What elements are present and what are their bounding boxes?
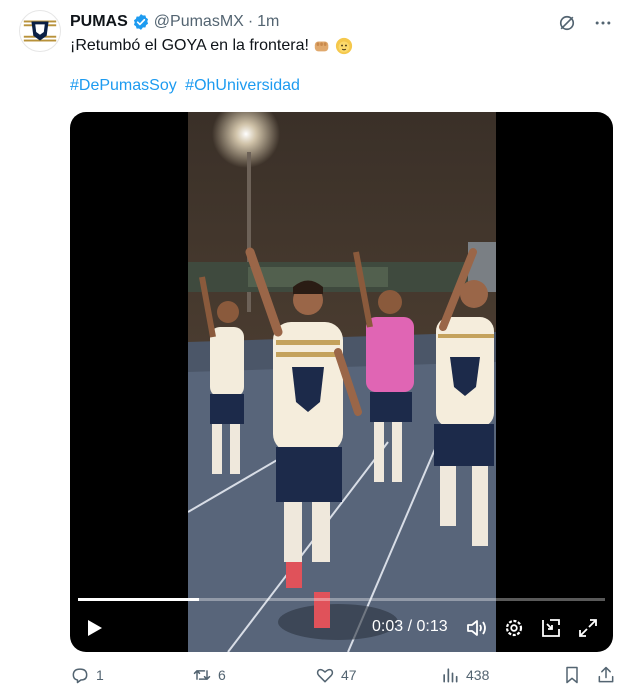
- retweet-button[interactable]: 6: [192, 665, 226, 685]
- reply-icon: [72, 668, 88, 684]
- views-button[interactable]: 438: [440, 665, 489, 685]
- display-name[interactable]: PUMAS: [70, 13, 128, 31]
- avatar[interactable]: [19, 10, 61, 52]
- lion-face-icon: [335, 37, 353, 55]
- play-icon[interactable]: [82, 616, 106, 640]
- views-chart-icon: [443, 668, 458, 683]
- video-player[interactable]: 0:03 / 0:13: [70, 112, 613, 652]
- volume-icon[interactable]: [465, 616, 489, 640]
- bookmark-icon: [566, 666, 578, 684]
- more-options-icon[interactable]: [592, 12, 614, 34]
- grok-icon[interactable]: [556, 12, 578, 34]
- pip-icon[interactable]: [539, 616, 563, 640]
- video-time: 0:03 / 0:13: [372, 618, 448, 635]
- reply-count: 1: [96, 667, 104, 683]
- share-icon: [598, 666, 614, 683]
- fist-icon: [314, 41, 329, 52]
- share-button[interactable]: [596, 665, 616, 685]
- retweet-icon: [193, 670, 211, 680]
- retweet-count: 6: [218, 667, 226, 683]
- heart-icon: [316, 668, 334, 683]
- like-button[interactable]: 47: [315, 665, 357, 685]
- video-progress-fill: [78, 598, 200, 601]
- tweet-body: ¡Retumbó el GOYA en la frontera!: [70, 37, 309, 54]
- verified-badge-icon: [133, 14, 148, 30]
- timestamp[interactable]: 1m: [257, 13, 279, 31]
- hashtag-link[interactable]: #DePumasSoy: [70, 77, 177, 94]
- video-controls: 0:03 / 0:13: [70, 612, 613, 644]
- like-count: 47: [341, 667, 357, 683]
- bookmark-button[interactable]: [562, 665, 582, 685]
- video-frame[interactable]: [188, 112, 496, 652]
- pumas-logo-icon: [23, 20, 57, 42]
- fullscreen-icon[interactable]: [576, 616, 600, 640]
- tweet-top-actions: [556, 12, 614, 34]
- video-progress-bar[interactable]: [78, 598, 605, 601]
- separator-dot: ·: [247, 13, 254, 30]
- reply-button[interactable]: 1: [70, 665, 104, 685]
- views-count: 438: [466, 667, 490, 683]
- handle[interactable]: @PumasMX: [154, 13, 244, 31]
- tweet-action-bar: 1 6 47 438: [70, 665, 618, 689]
- hashtag-link[interactable]: #OhUniversidad: [185, 77, 300, 94]
- settings-gear-icon[interactable]: [502, 616, 526, 640]
- tweet-header: PUMAS @PumasMX · 1m: [70, 10, 279, 34]
- hashtags: #DePumasSoy #OhUniversidad: [70, 77, 304, 95]
- video-thumbnail: [188, 112, 496, 652]
- tweet-text: ¡Retumbó el GOYA en la frontera!: [70, 35, 353, 57]
